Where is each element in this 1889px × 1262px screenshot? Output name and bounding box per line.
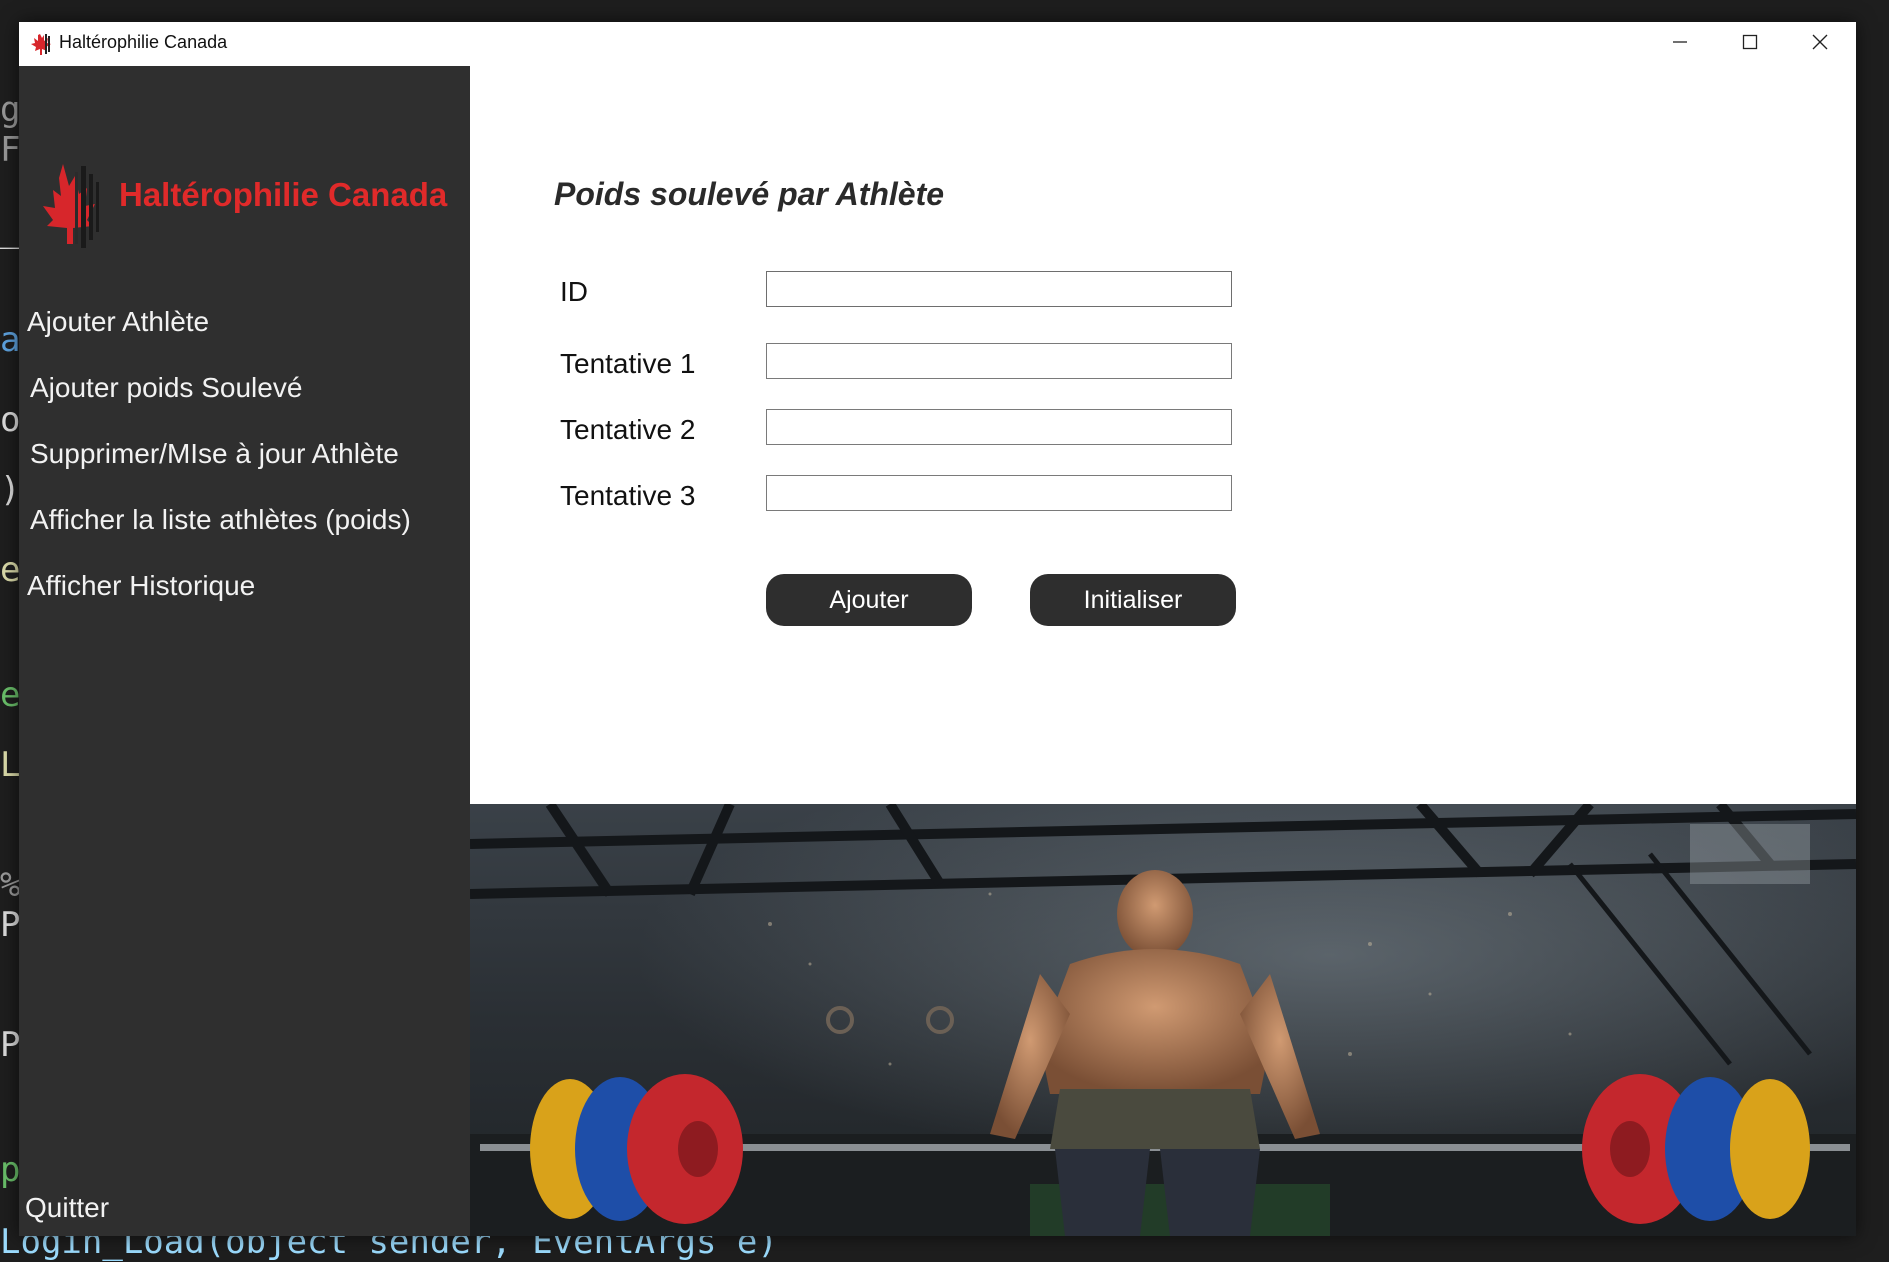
- quit-button[interactable]: Quitter: [25, 1192, 109, 1224]
- close-button[interactable]: [1785, 22, 1855, 66]
- maximize-icon: [1742, 34, 1758, 54]
- minimize-button[interactable]: [1645, 22, 1715, 66]
- main-panel: Poids soulevé par Athlète ID Tentative 1…: [470, 66, 1856, 1236]
- page-title: Poids soulevé par Athlète: [554, 176, 945, 212]
- nav-item-afficher-liste-athletes[interactable]: Afficher la liste athlètes (poids): [30, 504, 411, 536]
- code-fragment: ): [0, 470, 21, 510]
- tentative-2-label: Tentative 2: [560, 414, 696, 445]
- nav-item-ajouter-athlete[interactable]: Ajouter Athlète: [27, 306, 209, 338]
- brand-logo: Haltérophilie Canada: [23, 146, 463, 256]
- tentative-2-input[interactable]: [766, 409, 1232, 445]
- maximize-button[interactable]: [1715, 22, 1785, 66]
- initialiser-button[interactable]: Initialiser: [1030, 574, 1236, 626]
- code-fragment: %: [0, 865, 21, 905]
- maple-leaf-barbell-icon: [31, 32, 53, 56]
- id-input[interactable]: [766, 271, 1232, 307]
- nav-item-afficher-historique[interactable]: Afficher Historique: [27, 570, 255, 602]
- close-icon: [1812, 34, 1828, 54]
- ajouter-button[interactable]: Ajouter: [766, 574, 972, 626]
- app-window: Haltérophilie Canada Haltérophilie Canad…: [19, 22, 1856, 1236]
- title-bar: Haltérophilie Canada: [19, 22, 1856, 66]
- nav-item-supprimer-mise-a-jour-athlete[interactable]: Supprimer/MIse à jour Athlète: [30, 438, 399, 470]
- gym-weightlifter-image: [470, 804, 1856, 1236]
- brand-name: Haltérophilie Canada: [119, 176, 448, 213]
- tentative-1-input[interactable]: [766, 343, 1232, 379]
- maple-leaf-barbell-icon: [43, 164, 99, 248]
- nav-item-ajouter-poids-souleve[interactable]: Ajouter poids Soulevé: [30, 372, 302, 404]
- minimize-icon: [1672, 34, 1688, 54]
- tentative-3-label: Tentative 3: [560, 480, 696, 511]
- code-fragment: e: [0, 675, 21, 715]
- sidebar: Haltérophilie Canada Ajouter Athlète Ajo…: [19, 66, 470, 1236]
- id-label: ID: [560, 276, 588, 307]
- tentative-1-label: Tentative 1: [560, 348, 696, 379]
- tentative-3-input[interactable]: [766, 475, 1232, 511]
- window-title: Haltérophilie Canada: [59, 32, 228, 52]
